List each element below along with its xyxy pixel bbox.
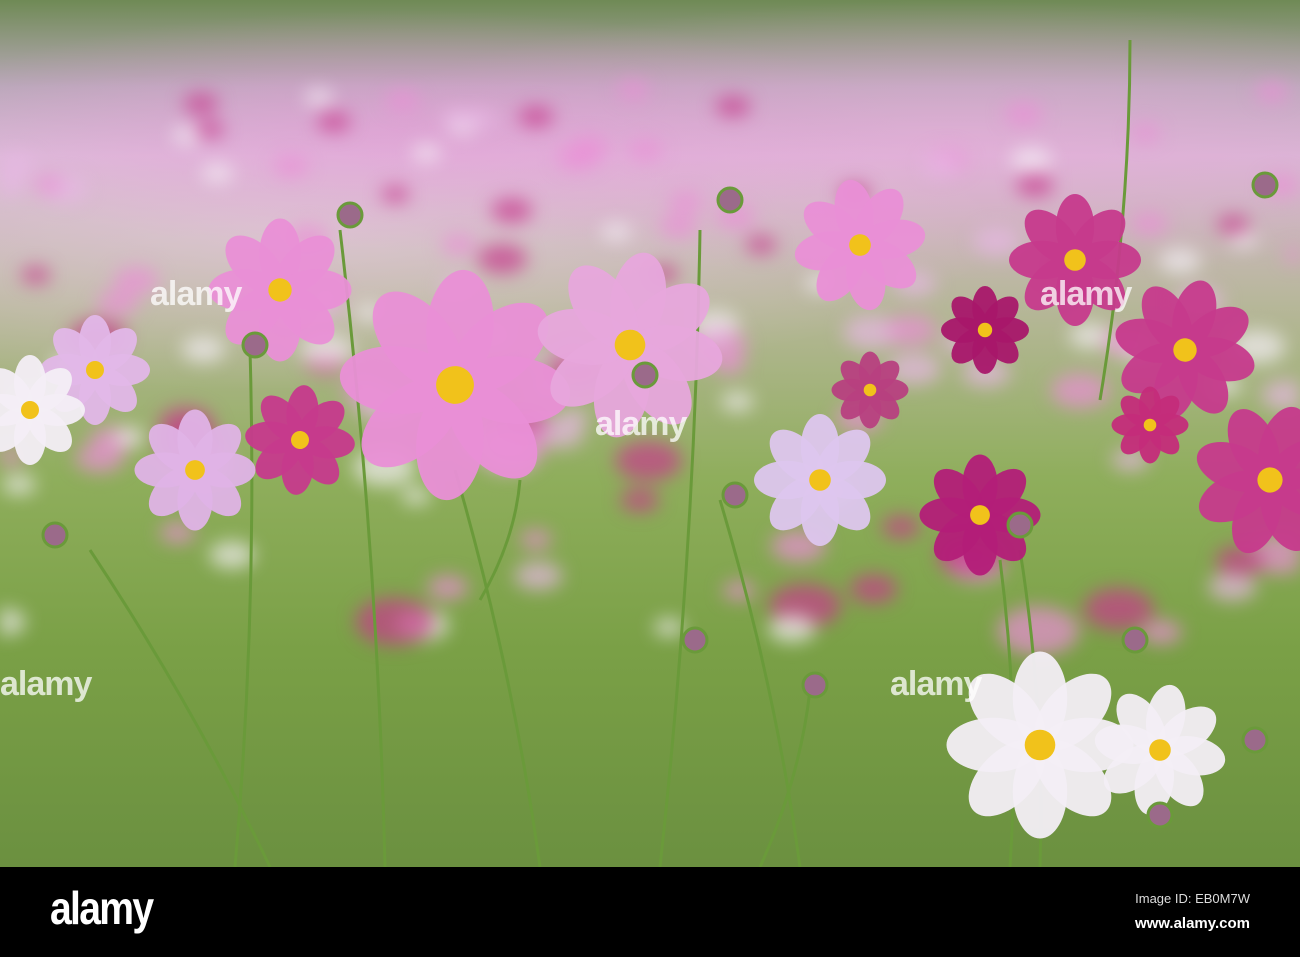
flower-bud (681, 626, 709, 654)
flower-bud (1146, 801, 1174, 829)
alamy-logo: alamy (50, 882, 154, 934)
watermark: alamy (0, 665, 92, 703)
flower-stem (718, 499, 802, 867)
flower-bud (721, 481, 749, 509)
flower-bud (241, 331, 269, 359)
watermark: alamy (595, 405, 687, 443)
flower-bud (1241, 726, 1269, 754)
flower-bud (1121, 626, 1149, 654)
watermark: alamy (150, 275, 242, 313)
flower-stem (453, 469, 542, 867)
flower-bud (1251, 171, 1279, 199)
watermark: alamy (890, 665, 982, 703)
flower-bud (1006, 511, 1034, 539)
flower-field-photo: alamy alamy alamy alamy alamy (0, 0, 1300, 867)
cosmos-flower (831, 351, 909, 429)
watermark: alamy (1040, 275, 1132, 313)
cosmos-flower (1196, 406, 1300, 554)
flower-bud (801, 671, 829, 699)
flower-stem (88, 549, 272, 867)
cosmos-flower (1111, 386, 1189, 464)
footer-bar: alamy Image ID: EB0M7W www.alamy.com (0, 867, 1300, 957)
flower-bud (336, 201, 364, 229)
cosmos-flower (754, 414, 886, 546)
flower-bud (41, 521, 69, 549)
cosmos-flower (941, 286, 1029, 374)
cosmos-flower (245, 385, 355, 495)
image-id: Image ID: EB0M7W (1135, 891, 1250, 906)
cosmos-flower (339, 269, 571, 501)
site-url: www.alamy.com (1134, 915, 1250, 932)
flower-bud (716, 186, 744, 214)
cosmos-flower (134, 409, 256, 531)
cosmos-flower (794, 179, 926, 311)
flower-bud (631, 361, 659, 389)
